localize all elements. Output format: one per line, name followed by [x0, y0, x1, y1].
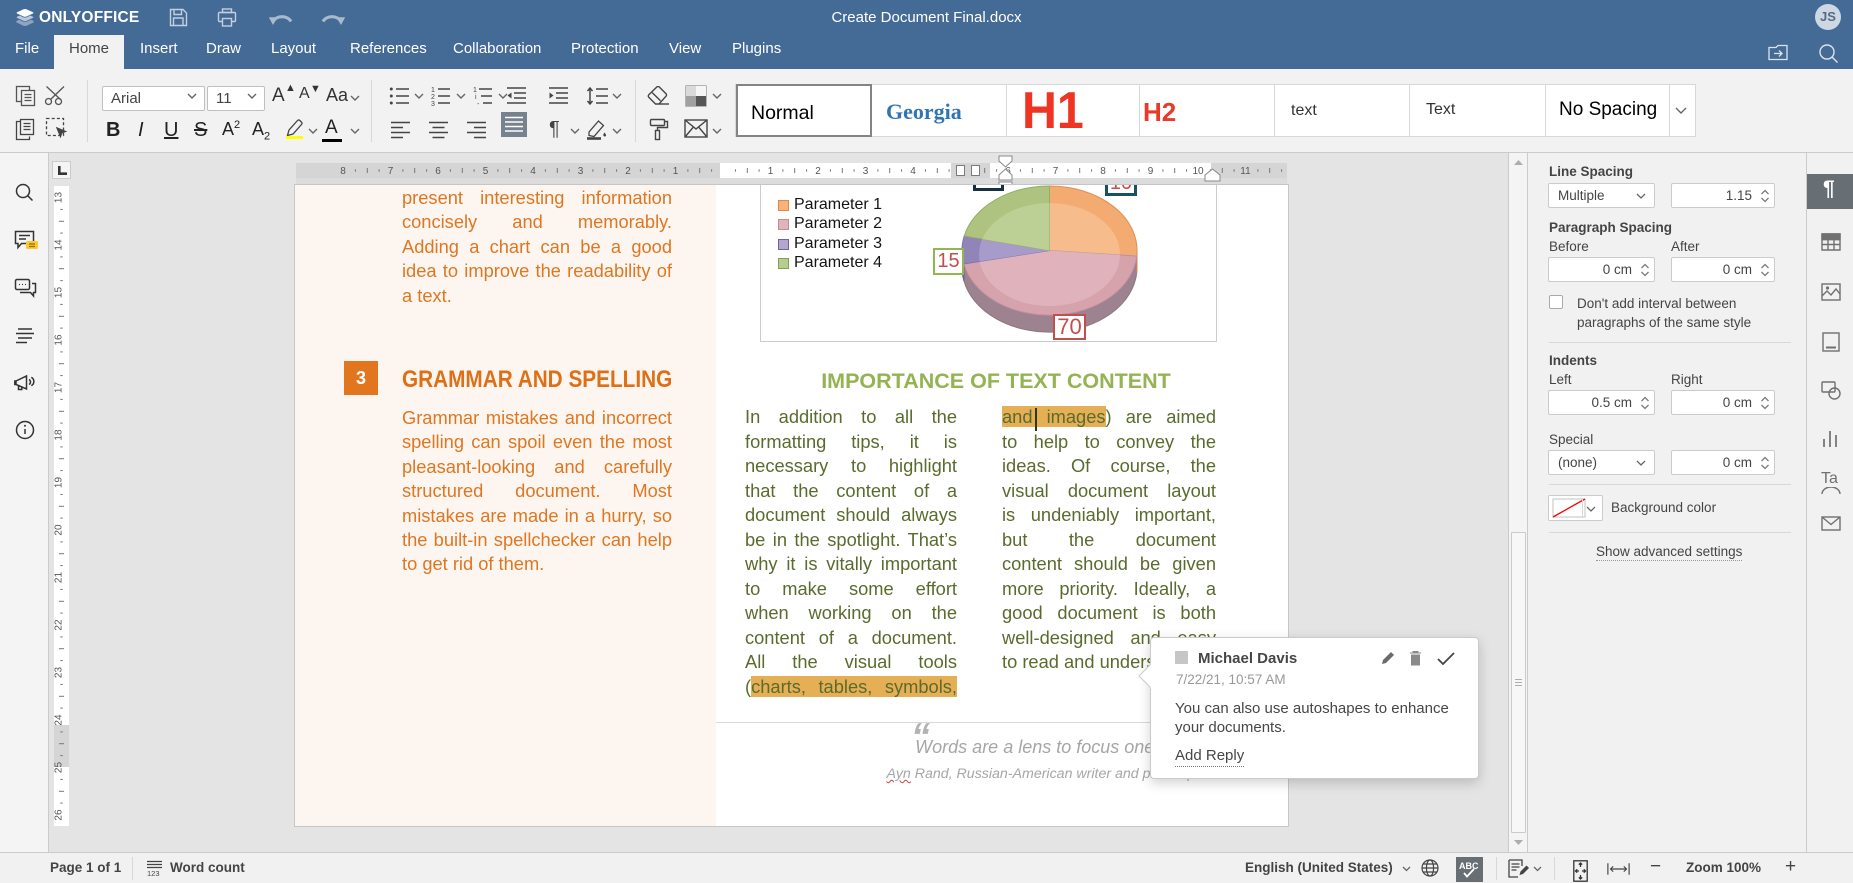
- svg-text:1: 1: [768, 166, 774, 177]
- svg-text:5: 5: [483, 166, 489, 177]
- svg-text:7: 7: [1053, 166, 1059, 177]
- svg-text:11: 11: [1240, 166, 1251, 177]
- svg-text:15: 15: [54, 287, 65, 299]
- svg-text:4: 4: [910, 166, 916, 177]
- svg-text:8: 8: [1100, 166, 1106, 177]
- svg-text:2: 2: [431, 94, 435, 101]
- svg-text:13: 13: [54, 192, 65, 204]
- svg-text:19: 19: [54, 477, 65, 489]
- svg-text:25: 25: [54, 762, 65, 774]
- svg-text:6: 6: [435, 166, 441, 177]
- svg-text:26: 26: [54, 809, 65, 821]
- svg-text:2: 2: [815, 166, 821, 177]
- svg-text:24: 24: [54, 714, 65, 726]
- svg-text:20: 20: [54, 524, 65, 536]
- svg-text:7: 7: [388, 166, 394, 177]
- svg-text:-: -: [477, 101, 480, 106]
- svg-text:18: 18: [54, 429, 65, 441]
- svg-text:3: 3: [863, 166, 869, 177]
- svg-text:3: 3: [578, 166, 584, 177]
- svg-text:2: 2: [625, 166, 631, 177]
- svg-text:22: 22: [54, 619, 65, 631]
- svg-text:i: i: [475, 94, 477, 101]
- svg-text:1: 1: [673, 166, 679, 177]
- svg-text:21: 21: [54, 572, 65, 584]
- svg-text:3: 3: [431, 101, 435, 106]
- svg-text:123: 123: [147, 869, 160, 877]
- svg-text:14: 14: [54, 239, 65, 251]
- svg-text:17: 17: [54, 382, 65, 394]
- svg-text:8: 8: [340, 166, 346, 177]
- svg-text:1: 1: [431, 87, 435, 94]
- svg-text:16: 16: [54, 334, 65, 346]
- svg-text:10: 10: [1192, 166, 1204, 177]
- svg-text:23: 23: [54, 667, 65, 679]
- svg-text:4: 4: [530, 166, 536, 177]
- svg-text:ABC: ABC: [1459, 861, 1479, 871]
- svg-text:1: 1: [473, 87, 477, 94]
- svg-text:9: 9: [1148, 166, 1154, 177]
